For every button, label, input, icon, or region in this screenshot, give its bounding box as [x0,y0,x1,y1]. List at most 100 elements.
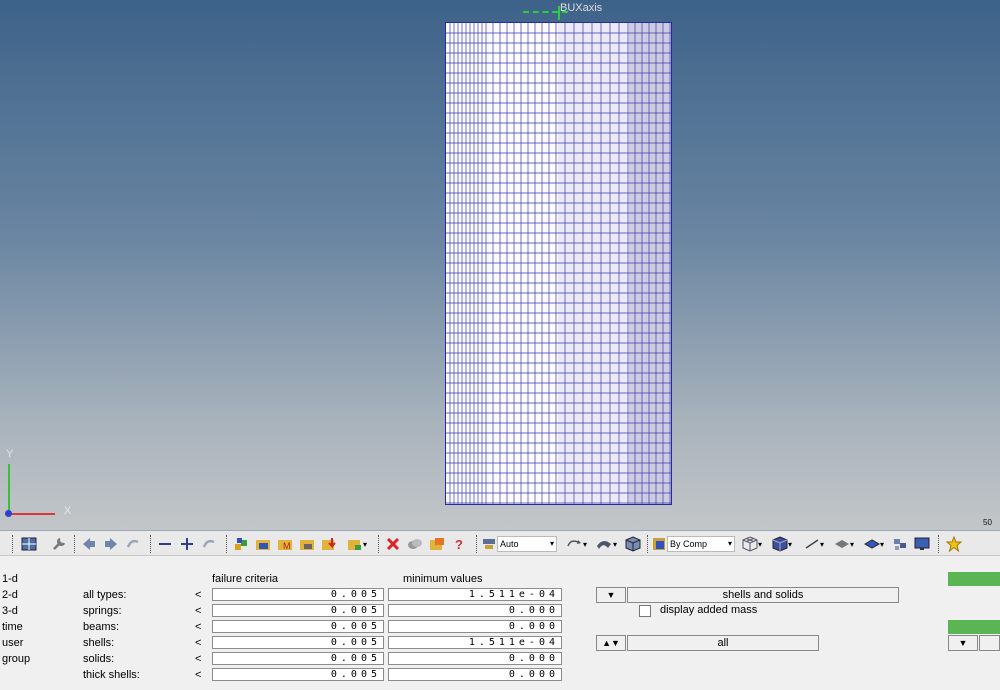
chevron-down-icon: ▾ [727,539,732,548]
failure-criteria-header: failure criteria [212,573,279,585]
coordinate-triad: Y X [0,448,80,528]
triangle-down-icon: ▼ [606,590,616,600]
star-icon[interactable] [945,535,963,553]
y-axis-label: Y [6,448,14,460]
row-arrow-button[interactable]: < [195,589,201,601]
row-arrow-button[interactable]: < [195,605,201,617]
monitor-icon[interactable] [913,535,931,553]
help-icon[interactable]: ? [450,535,468,553]
rotate-icon[interactable]: ▾ [562,535,590,553]
organize-icon[interactable] [428,535,446,553]
element-type-toggle[interactable]: ▼ [596,587,626,603]
minimum-field-thick-shells: 0.000 [388,668,562,681]
shell-mesh[interactable] [445,22,672,505]
top-axis-tick [558,6,560,20]
row-label-beams: beams: [83,621,120,633]
component-icon[interactable] [232,535,250,553]
by-comp-select[interactable]: By Comp ▾ [667,536,735,552]
toolbar-separator [378,535,380,553]
export-icon[interactable]: ▾ [344,535,370,553]
mask-icon[interactable] [406,535,424,553]
plane-icon[interactable]: ▾ [830,535,858,553]
cube-icon[interactable] [623,535,643,553]
row-label-shells: shells: [83,637,115,649]
surface-icon[interactable]: ▾ [860,535,888,553]
x-axis-line [9,513,55,515]
failure-field-shells[interactable]: 0.005 [212,636,384,649]
menu-1d[interactable]: 1-d [2,573,18,585]
auto-select[interactable]: Auto ▾ [497,536,557,552]
row-arrow-button[interactable]: < [195,653,201,665]
display-added-mass-checkbox[interactable] [639,605,651,617]
line-icon[interactable]: ▾ [800,535,828,553]
up-down-arrows-icon: ▲▼ [602,638,620,648]
options-button[interactable] [979,635,1000,651]
failure-field-springs[interactable]: 0.005 [212,604,384,617]
assembly-icon[interactable] [254,535,272,553]
selection-toggle[interactable]: ▲▼ [596,635,626,651]
toolbar-separator [938,535,940,553]
menu-time[interactable]: time [2,621,23,633]
wrench-icon[interactable] [50,535,68,553]
menu-group[interactable]: group [2,653,30,665]
chevron-down-icon: ▾ [549,539,554,548]
by-comp-select-value: By Comp [670,539,708,549]
color-by-icon[interactable] [651,535,667,553]
minimum-field-beams: 0.000 [388,620,562,633]
shaded-icon[interactable]: ▾ [592,535,620,553]
windows-icon[interactable] [891,535,909,553]
failure-field-solids[interactable]: 0.005 [212,652,384,665]
graphics-viewport[interactable]: BUXaxis Y X 50 [0,0,1000,530]
import-icon[interactable] [320,535,338,553]
minimum-field-shells: 1.511e-04 [388,636,562,649]
solid-cube-icon[interactable]: ▾ [768,535,796,553]
display-mode-icon[interactable] [481,535,497,553]
menu-3d[interactable]: 3-d [2,605,18,617]
failure-field-beams[interactable]: 0.005 [212,620,384,633]
z-axis-dot [5,510,12,517]
minus-icon[interactable] [156,535,174,553]
row-label-all-types: all types: [83,589,127,601]
property-icon[interactable] [298,535,316,553]
menu-user[interactable]: user [2,637,23,649]
row-label-springs: springs: [83,605,122,617]
next-view-icon[interactable] [102,535,120,553]
undo-view-icon[interactable] [124,535,142,553]
top-axis-indicator [523,11,568,13]
options-toggle[interactable]: ▼ [948,635,978,651]
main-toolbar: M ▾ ? Auto ▾ ▾ ▾ By Comp ▾ ▾ ▾ ▾ ▾ ▾ [0,530,1000,556]
svg-text:?: ? [455,537,463,552]
row-arrow-button[interactable]: < [195,669,201,681]
minimum-values-header: minimum values [403,573,483,585]
view-layout-icon[interactable] [20,535,38,553]
minimum-field-springs: 0.000 [388,604,562,617]
minimum-field-solids: 0.000 [388,652,562,665]
delete-icon[interactable] [384,535,402,553]
wireframe-cube-icon[interactable]: ▾ [738,535,766,553]
toolbar-separator [12,535,14,553]
toolbar-separator [150,535,152,553]
plus-icon[interactable] [178,535,196,553]
redo-icon[interactable] [200,535,218,553]
menu-2d[interactable]: 2-d [2,589,18,601]
run-button[interactable] [948,572,1000,586]
row-arrow-button[interactable]: < [195,637,201,649]
row-arrow-button[interactable]: < [195,621,201,633]
shells-and-solids-button[interactable]: shells and solids [627,587,899,603]
minimum-field-all-types: 1.511e-04 [388,588,562,601]
previous-view-icon[interactable] [80,535,98,553]
row-label-thick-shells: thick shells: [83,669,140,681]
display-added-mass-label: display added mass [660,604,758,616]
y-axis-line [8,464,10,514]
check-elements-panel: 1-d 2-d 3-d time user group failure crit… [0,557,1000,690]
all-button[interactable]: all [627,635,819,651]
auto-select-value: Auto [500,539,519,549]
failure-field-thick-shells[interactable]: 0.005 [212,668,384,681]
material-icon[interactable]: M [276,535,294,553]
failure-field-all-types[interactable]: 0.005 [212,588,384,601]
mesh-grid [446,23,671,504]
toolbar-separator [74,535,76,553]
return-button[interactable] [948,620,1000,634]
toolbar-separator [476,535,478,553]
triangle-down-icon: ▼ [958,638,968,648]
